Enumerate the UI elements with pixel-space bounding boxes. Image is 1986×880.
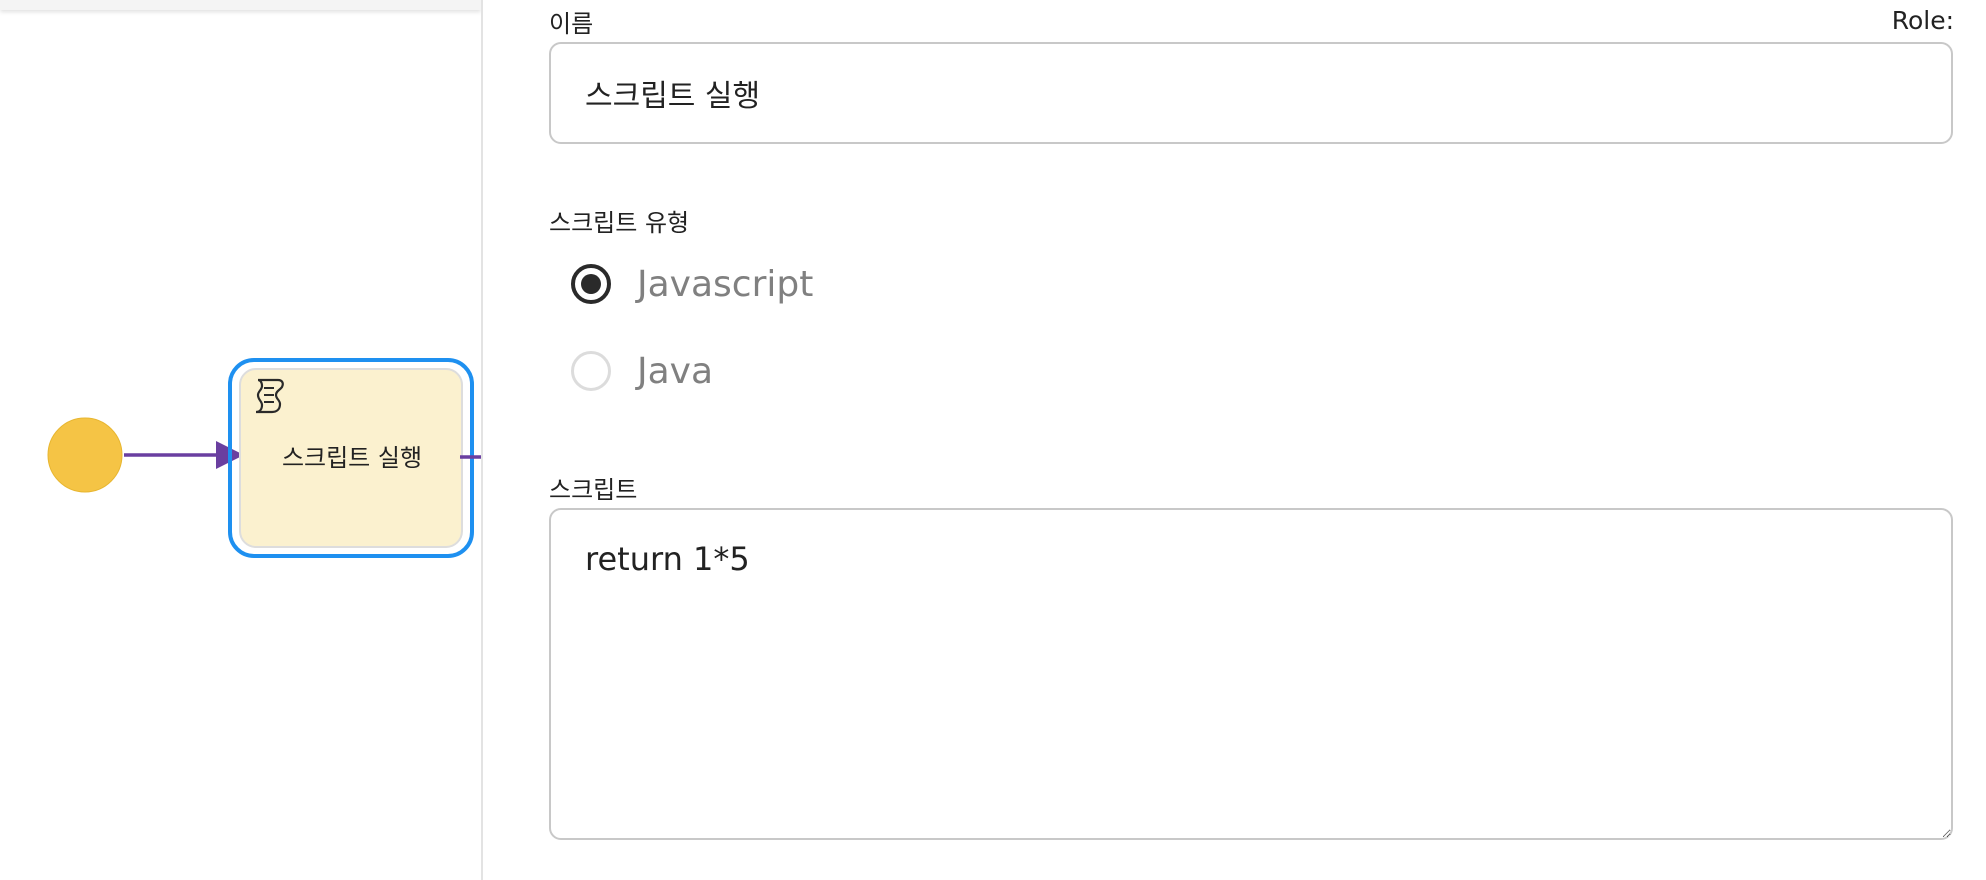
script-textarea[interactable]: return 1*5: [549, 508, 1953, 840]
name-field-label: 이름: [549, 10, 594, 38]
app-root: 스크립트 실행 Role: 이름 스크립트 유형 Javascript Java…: [0, 0, 1986, 880]
properties-panel: Role: 이름 스크립트 유형 Javascript Java 스크립트 re…: [483, 0, 1986, 880]
radio-java[interactable]: [571, 351, 611, 391]
script-type-label: 스크립트 유형: [549, 209, 690, 237]
radio-option-java[interactable]: Java: [571, 346, 713, 396]
radio-javascript[interactable]: [571, 264, 611, 304]
script-field-label: 스크립트: [549, 476, 638, 504]
diagram-canvas[interactable]: 스크립트 실행: [0, 0, 481, 880]
role-label: Role:: [1891, 6, 1954, 35]
radio-label-java[interactable]: Java: [637, 351, 713, 392]
radio-label-javascript[interactable]: Javascript: [637, 264, 813, 305]
radio-option-javascript[interactable]: Javascript: [571, 259, 813, 309]
script-task-label[interactable]: 스크립트 실행: [242, 438, 462, 473]
start-event: [47, 417, 123, 493]
name-input[interactable]: [549, 42, 1953, 144]
